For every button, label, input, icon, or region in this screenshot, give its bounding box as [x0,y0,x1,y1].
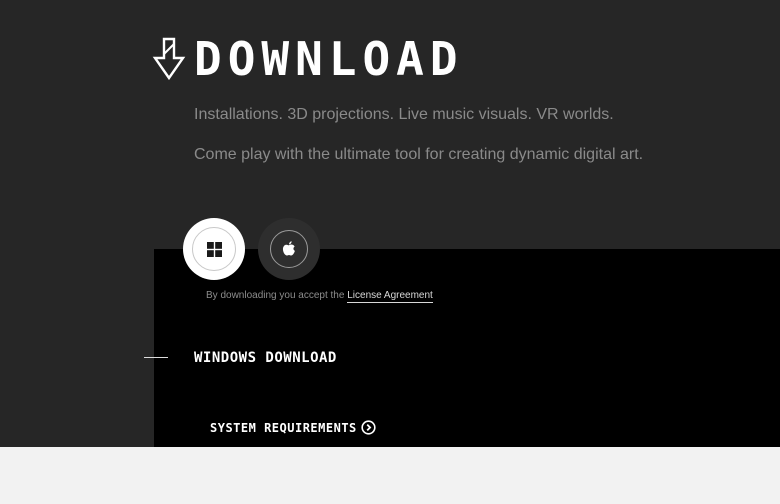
chevron-right-circle-icon [361,420,376,435]
page-title: DOWNLOAD [194,32,464,86]
page-header: DOWNLOAD [152,34,464,84]
windows-button-ring [192,227,236,271]
license-agreement-link[interactable]: License Agreement [347,290,433,303]
license-prefix: By downloading you accept the [206,290,348,301]
section-dash [144,357,168,358]
tagline-line-1: Installations. 3D projections. Live musi… [194,106,614,123]
mac-button-ring [270,230,308,268]
download-arrow-icon [152,37,186,81]
mac-os-button[interactable] [258,218,320,280]
windows-os-button[interactable] [183,218,245,280]
system-requirements-link[interactable]: SYSTEM REQUIREMENTS [210,420,376,435]
windows-download-heading: WINDOWS DOWNLOAD [194,350,337,366]
windows-icon [206,241,222,257]
apple-icon [282,241,295,256]
footer-background [0,447,780,504]
system-requirements-label: SYSTEM REQUIREMENTS [210,420,357,435]
tagline-line-2: Come play with the ultimate tool for cre… [194,146,644,163]
license-notice: By downloading you accept the License Ag… [206,290,433,303]
download-page: DOWNLOAD Installations. 3D projections. … [0,0,780,504]
